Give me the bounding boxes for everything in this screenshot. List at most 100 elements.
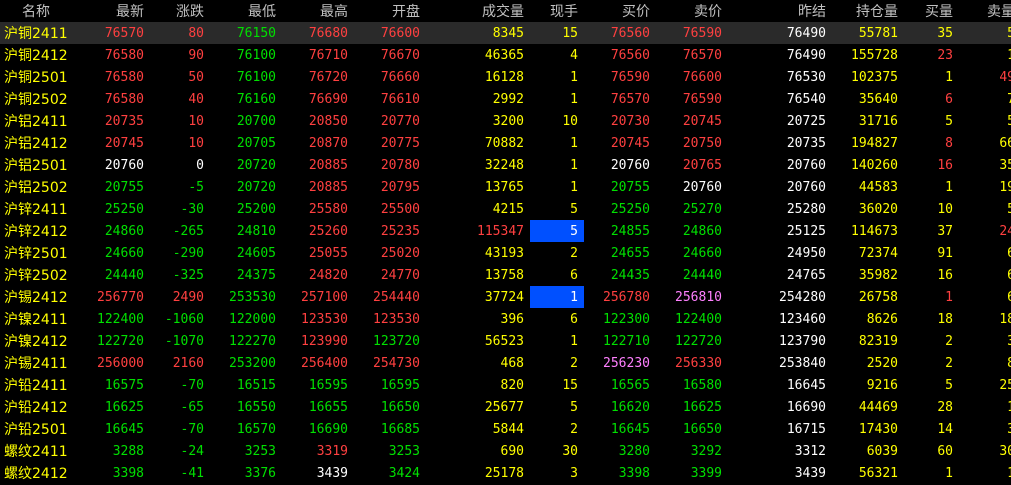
contract-name: 沪铜2501	[4, 70, 68, 86]
col-header-latest[interactable]: 最新	[78, 0, 150, 22]
table-row[interactable]: 沪镍2412 122720 -1070 122270 123990 123720…	[0, 330, 1011, 352]
high-price: 25260	[308, 223, 348, 239]
latest-price: 76570	[78, 22, 150, 44]
col-header-hand[interactable]: 现手	[530, 0, 584, 22]
contract-name: 沪锌2502	[4, 268, 68, 284]
prev-settle: 25280	[786, 201, 826, 217]
contract-name: 沪锡2412	[4, 290, 68, 306]
table-row[interactable]: 沪铅2411 16575 -70 16515 16595 16595 820 1…	[0, 374, 1011, 396]
table-row[interactable]: 沪铝2501 20760 0 20720 20885 20780 32248 1…	[0, 154, 1011, 176]
quote-table: 名称 最新 涨跌 最低 最高 开盘 成交量 现手 买价 卖价 昨结 持仓量 买量…	[0, 0, 1011, 484]
open-price: 20780	[380, 157, 420, 173]
prev-settle: 3312	[794, 443, 826, 459]
bid-price: 76590	[610, 69, 650, 85]
current-hand: 3	[570, 465, 578, 481]
latest-price: 3288	[112, 443, 144, 459]
table-row[interactable]: 沪锌2501 24660 -290 24605 25055 25020 4319…	[0, 242, 1011, 264]
col-header-ask[interactable]: 卖价	[656, 0, 728, 22]
col-header-low[interactable]: 最低	[210, 0, 282, 22]
bid-volume: 2	[945, 333, 953, 349]
volume: 25178	[484, 465, 524, 481]
table-row[interactable]: 沪铜2412 76580 90 76100 76710 76670 46365 …	[0, 44, 1011, 66]
table-row[interactable]: 沪铝2412 20745 10 20705 20870 20775 70882 …	[0, 132, 1011, 154]
contract-name: 沪铝2411	[4, 114, 68, 130]
bid-volume: 91	[937, 245, 953, 261]
table-row[interactable]: 螺纹2411 3288 -24 3253 3319 3253 690 30 32…	[0, 440, 1011, 462]
high-price: 25580	[308, 201, 348, 217]
low-price: 25200	[236, 201, 276, 217]
latest-price: 20755	[104, 179, 144, 195]
col-header-open[interactable]: 开盘	[354, 0, 426, 22]
open-price: 25235	[380, 223, 420, 239]
current-hand: 15	[530, 22, 584, 44]
bid-price: 20730	[610, 113, 650, 129]
col-header-open-interest[interactable]: 持仓量	[832, 0, 904, 22]
table-row[interactable]: 沪锡2411 256000 2160 253200 256400 254730 …	[0, 352, 1011, 374]
current-hand: 5	[570, 201, 578, 217]
contract-name: 沪铝2502	[4, 180, 68, 196]
table-row[interactable]: 沪锌2502 24440 -325 24375 24820 24770 1375…	[0, 264, 1011, 286]
latest-price: 76580	[104, 69, 144, 85]
col-header-name[interactable]: 名称	[0, 0, 78, 22]
price-change: -70	[180, 421, 204, 437]
col-header-ask-volume[interactable]: 卖量	[959, 0, 1011, 22]
bid-price: 16620	[610, 399, 650, 415]
current-hand: 15	[562, 377, 578, 393]
latest-price: 16625	[104, 399, 144, 415]
ask-volume: 1	[959, 44, 1011, 66]
table-row[interactable]: 沪铜2501 76580 50 76100 76720 76660 16128 …	[0, 66, 1011, 88]
ask-volume: 25	[999, 377, 1011, 393]
table-row[interactable]: 沪铅2501 16645 -70 16570 16690 16685 5844 …	[0, 418, 1011, 440]
contract-name: 沪铅2411	[4, 378, 68, 394]
prev-settle: 16690	[786, 399, 826, 415]
bid-volume: 16	[937, 267, 953, 283]
current-hand: 5	[530, 220, 584, 242]
table-row[interactable]: 螺纹2412 3398 -41 3376 3439 3424 25178 3 3…	[0, 462, 1011, 484]
bid-price: 16565	[610, 377, 650, 393]
col-header-change[interactable]: 涨跌	[150, 0, 210, 22]
high-price: 16595	[308, 377, 348, 393]
latest-price: 256770	[97, 289, 144, 305]
prev-settle: 20725	[786, 113, 826, 129]
volume: 468	[500, 355, 524, 371]
table-row[interactable]: 沪镍2411 122400 -1060 122000 123530 123530…	[0, 308, 1011, 330]
bid-volume: 1	[945, 179, 953, 195]
ask-volume: 18	[999, 311, 1011, 327]
ask-price: 16625	[682, 399, 722, 415]
prev-settle: 123790	[779, 333, 826, 349]
low-price: 24810	[236, 223, 276, 239]
table-row[interactable]: 沪铜2411 76570 80 76150 76680 76600 8345 1…	[0, 22, 1011, 44]
table-row[interactable]: 沪锌2412 24860 -265 24810 25260 25235 1153…	[0, 220, 1011, 242]
table-row[interactable]: 沪铝2411 20735 10 20700 20850 20770 3200 1…	[0, 110, 1011, 132]
table-row[interactable]: 沪铜2502 76580 40 76160 76690 76610 2992 1…	[0, 88, 1011, 110]
open-price: 76660	[380, 69, 420, 85]
low-price: 16515	[236, 377, 276, 393]
col-header-bid[interactable]: 买价	[584, 0, 656, 22]
prev-settle: 16645	[786, 377, 826, 393]
col-header-prev-settle[interactable]: 昨结	[728, 0, 832, 22]
table-row[interactable]: 沪锌2411 25250 -30 25200 25580 25500 4215 …	[0, 198, 1011, 220]
low-price: 76160	[236, 91, 276, 107]
price-change: 2160	[172, 355, 204, 371]
table-row[interactable]: 沪铝2502 20755 -5 20720 20885 20795 13765 …	[0, 176, 1011, 198]
col-header-high[interactable]: 最高	[282, 0, 354, 22]
current-hand: 2	[570, 355, 578, 371]
ask-volume: 6	[959, 286, 1011, 308]
ask-volume: 30	[999, 443, 1011, 459]
bid-price: 256230	[603, 355, 650, 371]
col-header-bid-volume[interactable]: 买量	[904, 0, 959, 22]
current-hand: 2	[570, 245, 578, 261]
bid-price: 256780	[603, 289, 650, 305]
bid-volume: 60	[937, 443, 953, 459]
open-interest: 35982	[858, 267, 898, 283]
ask-volume: 5	[959, 22, 1011, 44]
prev-settle: 76490	[786, 47, 826, 63]
latest-price: 16645	[104, 421, 144, 437]
table-row[interactable]: 沪铅2412 16625 -65 16550 16655 16650 25677…	[0, 396, 1011, 418]
volume: 115347	[477, 223, 524, 239]
bid-volume: 1	[945, 465, 953, 481]
col-header-volume[interactable]: 成交量	[426, 0, 530, 22]
table-row[interactable]: 沪锡2412 256770 2490 253530 257100 254440 …	[0, 286, 1011, 308]
prev-settle: 76540	[786, 91, 826, 107]
volume: 25677	[484, 399, 524, 415]
